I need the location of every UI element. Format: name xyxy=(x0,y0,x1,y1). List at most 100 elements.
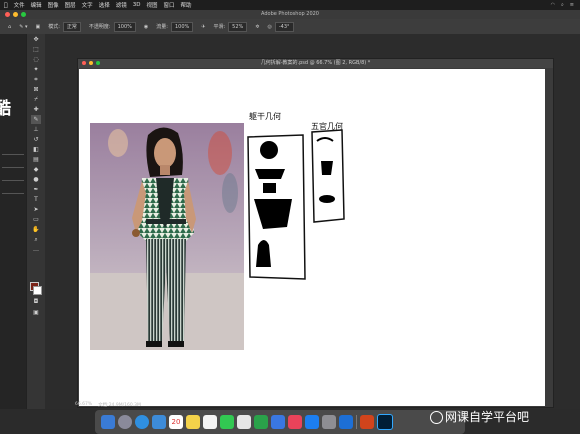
photoshop-icon[interactable] xyxy=(377,414,393,430)
smooth-settings-icon[interactable]: ✲ xyxy=(255,24,259,30)
healing-tool-icon[interactable]: ✚ xyxy=(31,105,41,114)
menu-filter[interactable]: 滤镜 xyxy=(116,1,127,9)
airbrush-icon[interactable]: ✈ xyxy=(201,24,205,30)
move-tool-icon[interactable]: ✥ xyxy=(31,35,41,44)
frame-tool-icon[interactable]: ⊠ xyxy=(31,85,41,94)
history-brush-icon[interactable]: ↺ xyxy=(31,135,41,144)
menu-3d[interactable]: 3D xyxy=(133,2,141,8)
tools-panel: ✥ ⬚ ◌ ✦ ⌗ ⊠ ⌿ ✚ ✎ ⊥ ↺ ◧ ▤ ◆ ● ✒ T ➤ ▭ ✋ … xyxy=(26,34,46,409)
watermark: 网课自学平台吧 xyxy=(430,408,529,425)
status-bar: 66.67% 文档:24.9M/160.3M xyxy=(75,402,195,410)
doc-minimize-button[interactable] xyxy=(89,61,93,65)
menu-edit[interactable]: 编辑 xyxy=(31,1,42,9)
flow-label: 流量: xyxy=(156,24,168,30)
photos-icon[interactable] xyxy=(237,415,251,429)
zoom-level[interactable]: 66.67% xyxy=(75,402,92,410)
gradient-tool-icon[interactable]: ▤ xyxy=(31,155,41,164)
stamp-tool-icon[interactable]: ⊥ xyxy=(31,125,41,134)
app-title-bar: Adobe Photoshop 2020 xyxy=(0,10,580,19)
dock-divider xyxy=(356,415,357,429)
opacity-label: 不透明度: xyxy=(88,24,111,30)
path-selection-icon[interactable]: ➤ xyxy=(31,205,41,214)
status-icons: ◠ ⌕ ≡ xyxy=(551,2,574,8)
menu-select[interactable]: 选择 xyxy=(99,1,110,9)
control-center-icon[interactable]: ≡ xyxy=(570,2,574,8)
pressure-opacity-icon[interactable]: ◉ xyxy=(144,24,148,30)
wifi-icon[interactable]: ◠ xyxy=(551,2,555,8)
face-geometry-sketch xyxy=(311,129,345,223)
flow-field[interactable]: 100% xyxy=(170,21,194,32)
apple-icon[interactable]:  xyxy=(4,2,8,9)
watermark-text: 网课自学平台吧 xyxy=(445,410,530,424)
menu-image[interactable]: 图像 xyxy=(48,1,59,9)
menu-bar:  文件 编辑 图像 图层 文字 选择 滤镜 3D 视图 窗口 帮助 ◠ ⌕ ≡ xyxy=(0,0,580,10)
background-color-swatch[interactable] xyxy=(33,286,42,295)
mode-select[interactable]: 正常 xyxy=(62,21,81,32)
brush-preset-icon[interactable]: ✎ ▾ xyxy=(19,24,27,30)
lasso-tool-icon[interactable]: ◌ xyxy=(31,55,41,64)
notes-icon[interactable] xyxy=(186,415,200,429)
keynote-icon[interactable] xyxy=(271,415,285,429)
angle-field[interactable]: -43° xyxy=(274,21,294,32)
eraser-tool-icon[interactable]: ◧ xyxy=(31,145,41,154)
menu-type[interactable]: 文字 xyxy=(82,1,93,9)
search-icon[interactable]: ⌕ xyxy=(561,2,564,8)
menu-layer[interactable]: 图层 xyxy=(65,1,76,9)
calendar-icon[interactable]: 20 xyxy=(169,415,183,429)
dodge-tool-icon[interactable]: ● xyxy=(31,175,41,184)
quick-mask-icon[interactable]: ◘ xyxy=(31,297,41,306)
brush-settings-icon[interactable]: ▣ xyxy=(35,24,40,30)
document-size: 文档:24.9M/160.3M xyxy=(98,403,141,408)
type-tool-icon[interactable]: T xyxy=(31,195,41,204)
torso-label: 躯干几何 xyxy=(249,112,281,121)
canvas[interactable]: 躯干几何 五官几何 xyxy=(79,69,545,406)
eyedropper-tool-icon[interactable]: ⌿ xyxy=(31,95,41,104)
close-button[interactable] xyxy=(5,12,10,17)
opacity-field[interactable]: 100% xyxy=(113,21,136,32)
blur-tool-icon[interactable]: ◆ xyxy=(31,165,41,174)
finder-icon[interactable] xyxy=(101,415,115,429)
messages-icon[interactable] xyxy=(220,415,234,429)
safari-icon[interactable] xyxy=(135,415,149,429)
face-label: 五官几何 xyxy=(311,122,343,131)
security-app-icon[interactable] xyxy=(339,415,353,429)
music-icon[interactable] xyxy=(288,415,302,429)
magic-wand-tool-icon[interactable]: ✦ xyxy=(31,65,41,74)
background-text: 酷 xyxy=(0,99,11,119)
document-tab[interactable]: 几何拆解-教案的.psd @ 66.7% (图 2, RGB/8) * xyxy=(78,59,553,68)
powerpoint-icon[interactable] xyxy=(360,415,374,429)
menu-help[interactable]: 帮助 xyxy=(180,1,191,9)
hand-tool-icon[interactable]: ✋ xyxy=(31,225,41,234)
zoom-button[interactable] xyxy=(21,12,26,17)
app-store-icon[interactable] xyxy=(305,415,319,429)
crop-tool-icon[interactable]: ⌗ xyxy=(31,75,41,84)
app-title: Adobe Photoshop 2020 xyxy=(261,11,319,17)
reference-photo xyxy=(90,123,244,350)
system-preferences-icon[interactable] xyxy=(322,415,336,429)
shape-tool-icon[interactable]: ▭ xyxy=(31,215,41,224)
brush-tool-icon[interactable]: ✎ xyxy=(31,115,41,124)
menu-window[interactable]: 窗口 xyxy=(163,1,174,9)
minimize-button[interactable] xyxy=(13,12,18,17)
numbers-icon[interactable] xyxy=(254,415,268,429)
reminders-icon[interactable] xyxy=(203,415,217,429)
marquee-tool-icon[interactable]: ⬚ xyxy=(31,45,41,54)
menu-view[interactable]: 视图 xyxy=(146,1,157,9)
mail-icon[interactable] xyxy=(152,415,166,429)
doc-zoom-button[interactable] xyxy=(96,61,100,65)
home-icon[interactable]: ⌂ xyxy=(8,24,11,30)
doc-close-button[interactable] xyxy=(82,61,86,65)
more-tools-icon[interactable]: … xyxy=(31,245,41,254)
pen-tool-icon[interactable]: ✒ xyxy=(31,185,41,194)
dock: 20 xyxy=(95,410,465,434)
document-title: 几何拆解-教案的.psd @ 66.7% (图 2, RGB/8) * xyxy=(260,60,371,66)
background-app-panel: 酷 xyxy=(0,34,26,409)
screen-mode-icon[interactable]: ▣ xyxy=(31,308,41,317)
launchpad-icon[interactable] xyxy=(118,415,132,429)
torso-geometry-sketch xyxy=(247,134,306,280)
zoom-tool-icon[interactable]: ⌕ xyxy=(31,235,41,244)
menu-file[interactable]: 文件 xyxy=(14,1,25,9)
smooth-field[interactable]: 52% xyxy=(228,21,248,32)
vertical-scrollbar[interactable] xyxy=(546,69,553,406)
window-controls xyxy=(5,12,26,17)
